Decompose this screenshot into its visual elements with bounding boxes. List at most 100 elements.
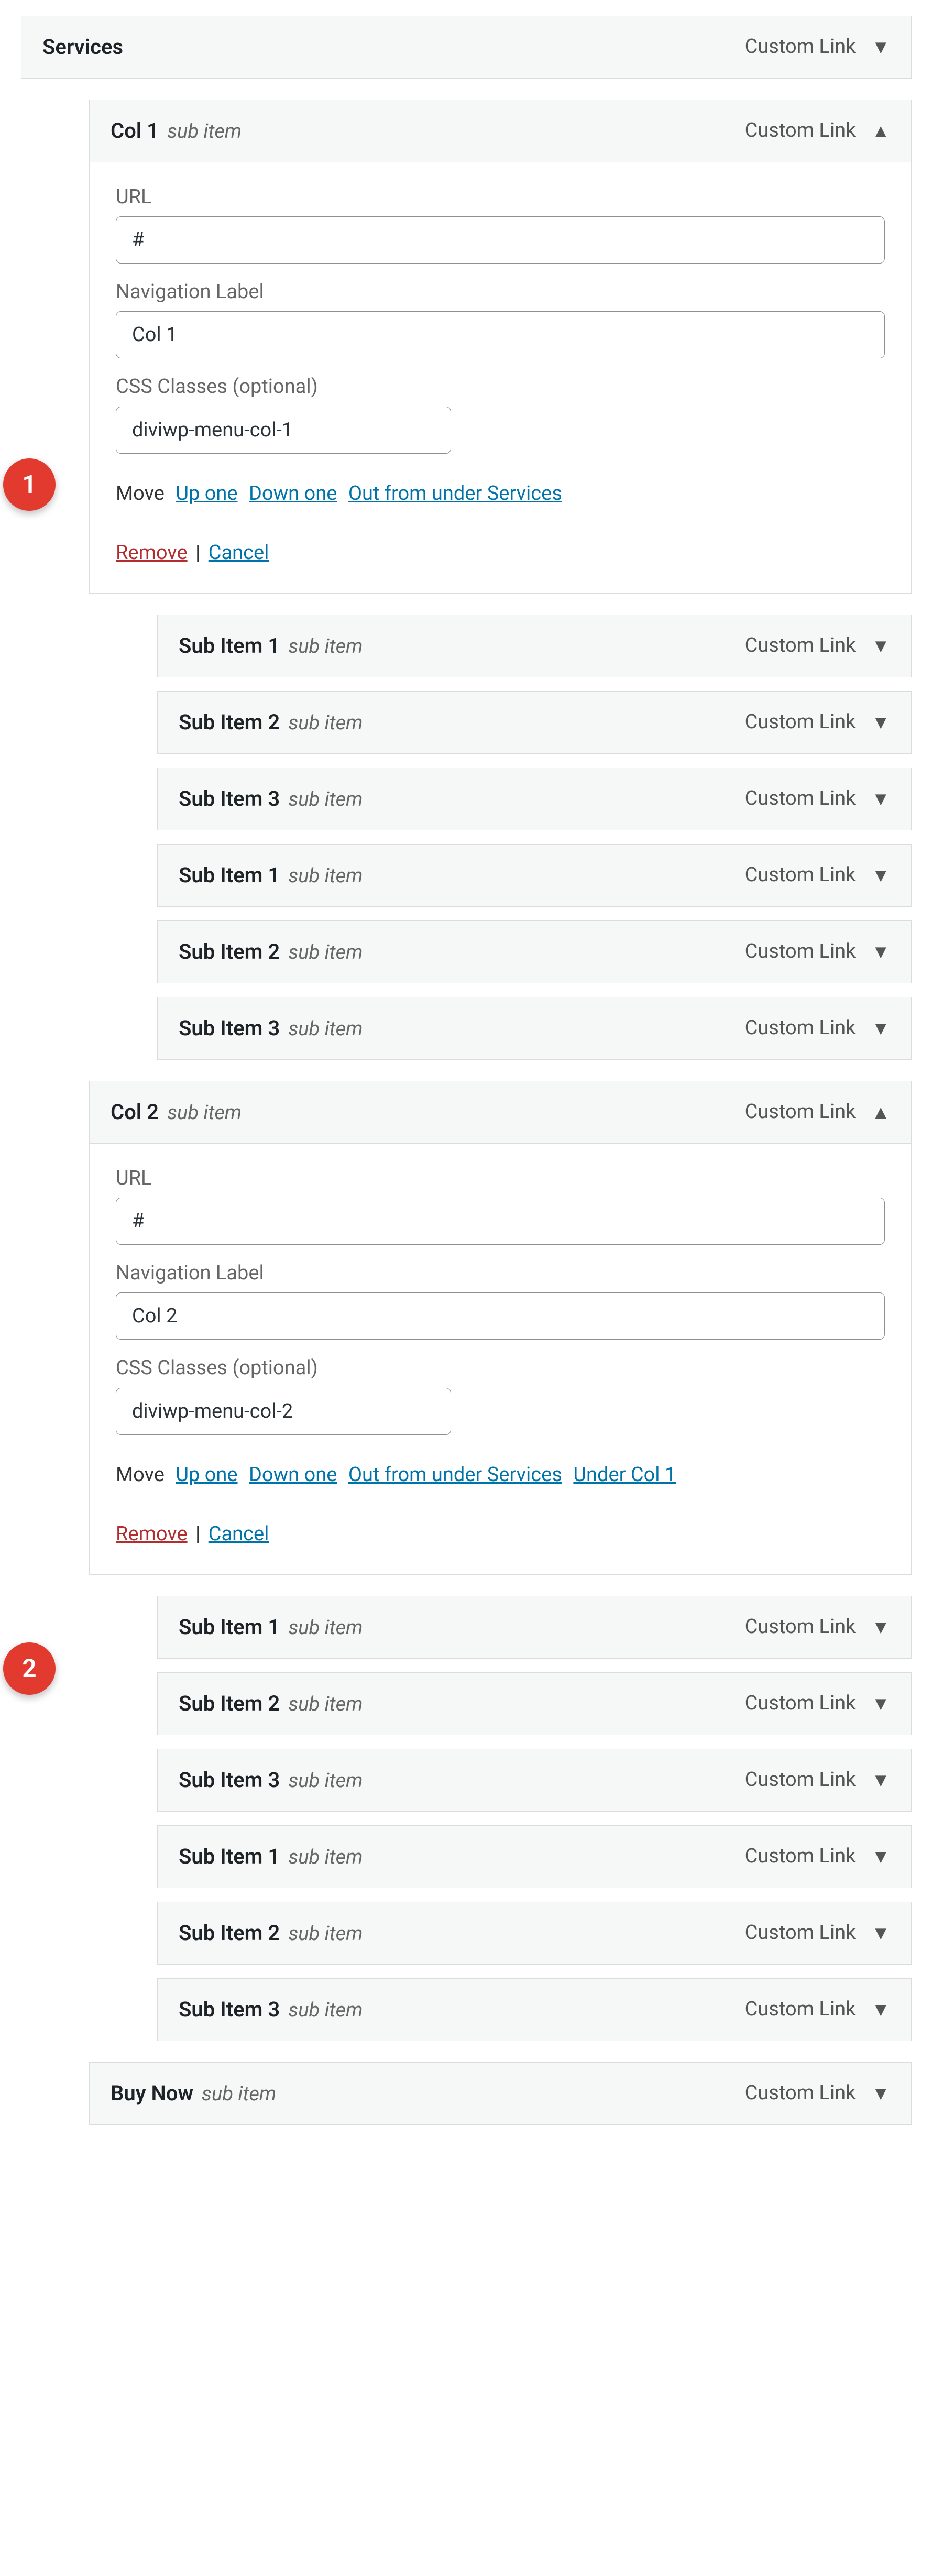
move-out-link[interactable]: Out from under Services bbox=[348, 482, 562, 505]
menu-item-title: Sub Item 2 bbox=[179, 1919, 280, 1948]
menu-item-type: Custom Link bbox=[745, 632, 856, 660]
move-under-link[interactable]: Under Col 1 bbox=[573, 1463, 676, 1486]
menu-item-title: Sub Item 3 bbox=[179, 1995, 280, 2024]
menu-item-subtype: sub item bbox=[288, 1614, 363, 1642]
nav-label-input[interactable] bbox=[116, 311, 885, 358]
menu-item-subtype: sub item bbox=[288, 1844, 363, 1871]
menu-item-type: Custom Link bbox=[745, 2079, 856, 2107]
remove-link[interactable]: Remove bbox=[116, 1522, 188, 1545]
menu-item-title: Sub Item 2 bbox=[179, 937, 280, 967]
annotation-marker-2: 2 bbox=[3, 1642, 56, 1695]
chevron-down-icon[interactable]: ▼ bbox=[871, 866, 890, 885]
move-label: Move bbox=[116, 1463, 165, 1486]
chevron-down-icon[interactable]: ▼ bbox=[871, 1847, 890, 1866]
chevron-down-icon[interactable]: ▼ bbox=[871, 1694, 890, 1713]
move-up-link[interactable]: Up one bbox=[176, 482, 237, 505]
chevron-down-icon[interactable]: ▼ bbox=[871, 1019, 890, 1038]
menu-item-subtype: sub item bbox=[288, 1015, 363, 1043]
chevron-down-icon[interactable]: ▼ bbox=[871, 2000, 890, 2019]
menu-item-subtype: sub item bbox=[202, 2080, 276, 2108]
menu-item-sub[interactable]: Sub Item 3 sub item Custom Link ▼ bbox=[157, 768, 912, 830]
menu-item-subtype: sub item bbox=[167, 118, 242, 146]
menu-item-title: Sub Item 1 bbox=[179, 861, 280, 890]
menu-item-type: Custom Link bbox=[745, 117, 856, 145]
menu-item-title: Sub Item 1 bbox=[179, 631, 280, 661]
chevron-down-icon[interactable]: ▼ bbox=[871, 1618, 890, 1637]
menu-item-type: Custom Link bbox=[745, 1014, 856, 1042]
cancel-link[interactable]: Cancel bbox=[209, 1522, 269, 1545]
label-url: URL bbox=[116, 1165, 885, 1192]
chevron-up-icon[interactable]: ▲ bbox=[871, 122, 890, 140]
menu-item-subtype: sub item bbox=[288, 1997, 363, 2024]
menu-item-sub[interactable]: Sub Item 1 sub item Custom Link ▼ bbox=[157, 844, 912, 907]
separator: | bbox=[191, 541, 205, 564]
label-css: CSS Classes (optional) bbox=[116, 1354, 885, 1382]
menu-item-sub[interactable]: Sub Item 1 sub item Custom Link ▼ bbox=[157, 1825, 912, 1888]
menu-item-type: Custom Link bbox=[745, 1843, 856, 1870]
menu-item-type: Custom Link bbox=[745, 861, 856, 889]
menu-item-subtype: sub item bbox=[288, 709, 363, 737]
menu-item-subtype: sub item bbox=[288, 862, 363, 890]
css-classes-input[interactable] bbox=[116, 1388, 451, 1435]
move-out-link[interactable]: Out from under Services bbox=[348, 1463, 562, 1486]
menu-item-type: Custom Link bbox=[745, 785, 856, 813]
chevron-down-icon[interactable]: ▼ bbox=[871, 790, 890, 808]
menu-item-services[interactable]: Services Custom Link ▼ bbox=[21, 16, 912, 79]
menu-item-type: Custom Link bbox=[745, 1613, 856, 1641]
menu-item-type: Custom Link bbox=[745, 1690, 856, 1717]
chevron-down-icon[interactable]: ▼ bbox=[871, 942, 890, 961]
menu-item-type: Custom Link bbox=[745, 1766, 856, 1794]
menu-item-title: Sub Item 2 bbox=[179, 1689, 280, 1718]
menu-item-title: Services bbox=[42, 32, 123, 62]
menu-item-sub[interactable]: Sub Item 3sub itemCustom Link▼ bbox=[157, 997, 912, 1060]
menu-item-subtype: sub item bbox=[288, 1691, 363, 1718]
menu-item-subtype: sub item bbox=[288, 939, 363, 967]
menu-item-subtype: sub item bbox=[288, 1920, 363, 1948]
menu-item-title: Sub Item 2 bbox=[179, 708, 280, 737]
menu-item-type: Custom Link bbox=[745, 1919, 856, 1947]
menu-item-subtype: sub item bbox=[288, 633, 363, 661]
menu-item-sub[interactable]: Sub Item 3sub itemCustom Link▼ bbox=[157, 1978, 912, 2041]
menu-item-title: Col 2 bbox=[111, 1098, 159, 1127]
chevron-down-icon[interactable]: ▼ bbox=[871, 1924, 890, 1943]
menu-item-subtype: sub item bbox=[167, 1099, 242, 1127]
chevron-down-icon[interactable]: ▼ bbox=[871, 1771, 890, 1790]
nav-label-input[interactable] bbox=[116, 1292, 885, 1340]
menu-item-col2[interactable]: Col 2 sub item Custom Link ▲ bbox=[89, 1081, 912, 1144]
menu-item-buy-now[interactable]: Buy Now sub item Custom Link ▼ bbox=[89, 2062, 912, 2125]
chevron-up-icon[interactable]: ▲ bbox=[871, 1103, 890, 1122]
menu-item-title: Buy Now bbox=[111, 2079, 193, 2108]
chevron-down-icon[interactable]: ▼ bbox=[871, 2084, 890, 2103]
chevron-down-icon[interactable]: ▼ bbox=[871, 713, 890, 732]
label-nav: Navigation Label bbox=[116, 278, 885, 306]
url-input[interactable] bbox=[116, 216, 885, 264]
menu-item-title: Sub Item 1 bbox=[179, 1842, 280, 1871]
annotation-marker-1: 1 bbox=[3, 458, 56, 511]
cancel-link[interactable]: Cancel bbox=[209, 541, 269, 564]
label-css: CSS Classes (optional) bbox=[116, 373, 885, 401]
menu-item-sub[interactable]: Sub Item 2 sub item Custom Link ▼ bbox=[157, 691, 912, 754]
menu-item-sub[interactable]: Sub Item 3sub itemCustom Link▼ bbox=[157, 1749, 912, 1812]
move-down-link[interactable]: Down one bbox=[249, 482, 337, 505]
menu-item-title: Sub Item 3 bbox=[179, 784, 280, 814]
menu-item-sub[interactable]: Sub Item 1sub itemCustom Link▼ bbox=[157, 1596, 912, 1659]
chevron-down-icon[interactable]: ▼ bbox=[871, 637, 890, 655]
move-up-link[interactable]: Up one bbox=[176, 1463, 237, 1486]
chevron-down-icon[interactable]: ▼ bbox=[871, 38, 890, 57]
url-input[interactable] bbox=[116, 1198, 885, 1245]
menu-item-subtype: sub item bbox=[288, 786, 363, 814]
menu-item-type: Custom Link bbox=[745, 708, 856, 736]
move-down-link[interactable]: Down one bbox=[249, 1463, 337, 1486]
remove-link[interactable]: Remove bbox=[116, 541, 188, 564]
menu-item-type: Custom Link bbox=[745, 33, 856, 61]
css-classes-input[interactable] bbox=[116, 407, 451, 454]
menu-item-sub[interactable]: Sub Item 1 sub item Custom Link ▼ bbox=[157, 615, 912, 677]
menu-item-sub[interactable]: Sub Item 2 sub item Custom Link ▼ bbox=[157, 920, 912, 983]
menu-item-type: Custom Link bbox=[745, 938, 856, 966]
menu-item-col1[interactable]: Col 1 sub item Custom Link ▲ bbox=[89, 100, 912, 162]
menu-item-sub[interactable]: Sub Item 2 sub item Custom Link ▼ bbox=[157, 1902, 912, 1965]
menu-item-subtype: sub item bbox=[288, 1767, 363, 1795]
menu-item-col1-body: URL Navigation Label CSS Classes (option… bbox=[89, 162, 912, 594]
label-url: URL bbox=[116, 183, 885, 211]
menu-item-sub[interactable]: Sub Item 2 sub item Custom Link ▼ bbox=[157, 1672, 912, 1735]
